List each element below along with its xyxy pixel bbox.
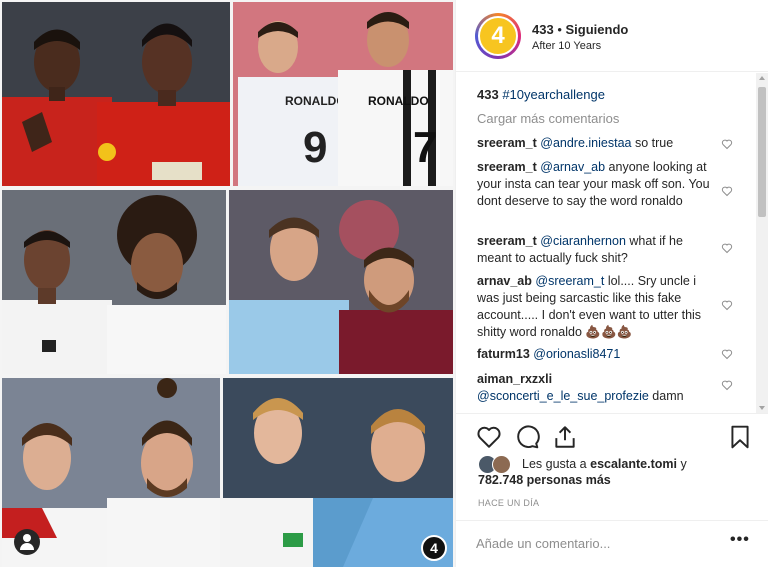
comment-like-heart-icon[interactable] bbox=[721, 299, 733, 311]
comment-item: sreeram_t @ciaranhernon what if he meant… bbox=[477, 233, 712, 267]
post-timestamp[interactable]: HACE UN DÍA bbox=[478, 498, 539, 508]
liker-avatars bbox=[478, 455, 518, 475]
comment-username[interactable]: faturm13 bbox=[477, 347, 530, 361]
comment-mention[interactable]: @sconcerti_e_le_sue_profezie bbox=[477, 389, 649, 403]
username-link[interactable]: 433 bbox=[532, 22, 554, 37]
comment-username[interactable]: sreeram_t bbox=[477, 160, 537, 174]
comment-like-heart-icon[interactable] bbox=[721, 185, 733, 197]
avatar-story-ring[interactable]: 4 bbox=[475, 13, 521, 59]
likes-prefix: Les gusta a bbox=[522, 457, 587, 471]
share-icon[interactable] bbox=[552, 424, 578, 450]
comment-like-heart-icon[interactable] bbox=[721, 242, 733, 254]
comment-mention[interactable]: @sreeram_t bbox=[535, 274, 604, 288]
heart-icon[interactable] bbox=[476, 424, 502, 450]
likes-count-link[interactable]: 782.748 personas más bbox=[478, 473, 611, 487]
photo-de-bruyne: 4 bbox=[223, 378, 453, 567]
scroll-down-arrow-icon[interactable] bbox=[759, 406, 765, 410]
jersey-number-2: 7 bbox=[413, 123, 437, 172]
comment-username[interactable]: sreeram_t bbox=[477, 136, 537, 150]
comments-scrollbar[interactable] bbox=[756, 73, 768, 413]
comment-text: so true bbox=[631, 136, 674, 150]
likes-conjunction: y bbox=[680, 457, 687, 471]
comment-text: damn bbox=[648, 389, 684, 403]
liker-username-link[interactable]: escalante.tomi bbox=[590, 457, 677, 471]
watermark-logo: 4 bbox=[421, 535, 447, 561]
photo-ronaldo: RONALDO 9 RONALDO 7 bbox=[233, 2, 453, 186]
comment-item: arnav_ab @sreeram_t lol.... Sry uncle i … bbox=[477, 273, 712, 341]
header-title: 433 • Siguiendo bbox=[532, 22, 628, 37]
likes-summary: Les gusta a escalante.tomi y 782.748 per… bbox=[456, 455, 768, 495]
photo-pogba bbox=[2, 2, 230, 186]
comment-like-heart-icon[interactable] bbox=[721, 348, 733, 360]
comment-username[interactable]: aiman_rxzxli bbox=[477, 372, 552, 386]
jersey-number-1: 9 bbox=[303, 123, 327, 172]
comment-item: sreeram_t @arnav_ab anyone looking at yo… bbox=[477, 159, 712, 210]
comment-item: sreeram_t @andre.iniestaa so true bbox=[477, 135, 712, 152]
add-comment-bar: ••• bbox=[456, 520, 768, 567]
action-bar bbox=[456, 413, 768, 457]
comment-input[interactable] bbox=[476, 533, 726, 553]
photo-marcelo bbox=[2, 190, 226, 374]
comment-like-heart-icon[interactable] bbox=[721, 138, 733, 150]
jersey-name-2: RONALDO bbox=[368, 94, 429, 108]
scroll-up-arrow-icon[interactable] bbox=[759, 76, 765, 80]
comment-item: aiman_rxzxli @sconcerti_e_le_sue_profezi… bbox=[477, 371, 722, 405]
post-header: 4 433 • Siguiendo After 10 Years bbox=[456, 0, 768, 72]
separator-dot: • bbox=[557, 22, 562, 37]
caption-username[interactable]: 433 bbox=[477, 87, 499, 102]
scrollbar-thumb[interactable] bbox=[758, 87, 766, 217]
load-more-comments-button[interactable]: Cargar más comentarios bbox=[477, 111, 619, 126]
comment-mention[interactable]: @arnav_ab bbox=[540, 160, 605, 174]
post-sidebar: 4 433 • Siguiendo After 10 Years 433 #10… bbox=[455, 0, 768, 567]
follow-status-button[interactable]: Siguiendo bbox=[566, 22, 629, 37]
location-link[interactable]: After 10 Years bbox=[532, 40, 601, 52]
likes-text: Les gusta a escalante.tomi y bbox=[522, 456, 752, 473]
comment-mention[interactable]: @ciaranhernon bbox=[540, 234, 626, 248]
comment-item: faturm13 @orionasli8471 bbox=[477, 346, 712, 363]
comments-section: 433 #10yearchallenge Cargar más comentar… bbox=[456, 73, 768, 413]
comment-mention[interactable]: @orionasli8471 bbox=[533, 347, 620, 361]
comment-icon[interactable] bbox=[514, 424, 540, 450]
avatar[interactable] bbox=[492, 455, 511, 474]
more-options-button[interactable]: ••• bbox=[730, 531, 750, 549]
caption: 433 #10yearchallenge bbox=[477, 87, 605, 102]
comment-username[interactable]: sreeram_t bbox=[477, 234, 537, 248]
jersey-name-1: RONALDO bbox=[285, 94, 346, 108]
hashtag-link[interactable]: #10yearchallenge bbox=[502, 87, 605, 102]
comment-like-heart-icon[interactable] bbox=[721, 379, 733, 391]
comment-mention[interactable]: @andre.iniestaa bbox=[540, 136, 631, 150]
post-image[interactable]: RONALDO 9 RONALDO 7 4 bbox=[0, 0, 455, 567]
comment-username[interactable]: arnav_ab bbox=[477, 274, 532, 288]
photo-messi bbox=[229, 190, 453, 374]
photo-bale bbox=[2, 378, 220, 567]
bookmark-icon[interactable] bbox=[727, 424, 753, 450]
avatar[interactable]: 4 bbox=[478, 16, 518, 56]
user-tag-icon[interactable] bbox=[14, 529, 40, 555]
